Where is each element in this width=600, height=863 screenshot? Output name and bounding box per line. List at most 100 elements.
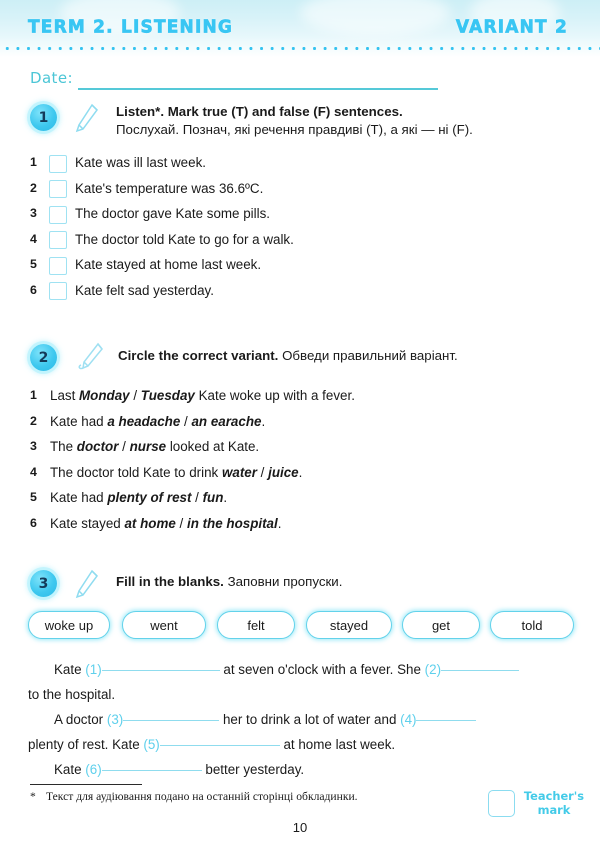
- item-text-pre: Last: [50, 388, 80, 403]
- gap-number: (3): [106, 712, 124, 727]
- item-number: 4: [30, 464, 37, 479]
- option-2[interactable]: nurse: [130, 439, 166, 454]
- task-number-badge: 3: [30, 570, 57, 597]
- answer-checkbox[interactable]: [49, 180, 67, 199]
- task-1-instruction-en: Listen*. Mark true (T) and false (F) sen…: [116, 104, 403, 119]
- gap-text: A doctor: [54, 712, 107, 727]
- teacher-mark-box[interactable]: [488, 790, 515, 817]
- option-2[interactable]: juice: [268, 465, 299, 480]
- option-1[interactable]: water: [222, 465, 257, 480]
- answer-checkbox[interactable]: [49, 256, 67, 275]
- item-number: 6: [30, 515, 37, 530]
- item-text: The doctor told Kate to go for a walk.: [75, 231, 294, 247]
- teacher-mark-label-line1: Teacher's: [523, 789, 585, 803]
- gap-number: (1): [85, 662, 102, 677]
- option-1[interactable]: at home: [124, 516, 175, 531]
- task-3-instruction: Fill in the blanks. Заповни пропуски.: [116, 574, 576, 591]
- item-text-pre: The doctor told Kate to drink: [50, 464, 222, 480]
- answer-checkbox[interactable]: [49, 282, 67, 301]
- answer-checkbox[interactable]: [49, 154, 67, 173]
- option-1[interactable]: a headache: [107, 414, 180, 429]
- item-number: 1: [30, 388, 37, 402]
- dotted-divider: [0, 46, 600, 51]
- table-row: 6 Kate stayed at home / in the hospital.: [30, 511, 575, 537]
- task-1-instruction: Listen*. Mark true (T) and false (F) sen…: [116, 104, 576, 138]
- word-chip[interactable]: stayed: [306, 611, 392, 639]
- answer-checkbox[interactable]: [49, 205, 67, 224]
- task-2-list: 1 Last Monday / Tuesday Kate woke up wit…: [30, 383, 575, 537]
- gap-fill-paragraph: Kate (1) at seven o'clock with a fever. …: [28, 657, 576, 782]
- task-2-instruction-en: Circle the correct variant.: [118, 348, 279, 363]
- item-text-post: looked at Kate.: [166, 439, 260, 455]
- table-row: 4 The doctor told Kate to drink water / …: [30, 460, 575, 486]
- table-row: 4 The doctor told Kate to go for a walk.: [30, 227, 575, 253]
- item-text[interactable]: Kate had a headache / an earache.: [50, 409, 265, 435]
- gap-text: Kate: [54, 762, 86, 777]
- date-write-line[interactable]: [78, 88, 438, 90]
- option-2[interactable]: in the hospital: [187, 516, 278, 531]
- page-number: 10: [292, 820, 308, 835]
- option-1[interactable]: plenty of rest: [107, 490, 191, 505]
- task-1-instruction-ua: Послухай. Познач, які речення правдиві (…: [116, 121, 473, 137]
- option-separator: /: [180, 413, 192, 429]
- variant-title: VARIANT 2: [455, 16, 568, 38]
- footnote-marker: *: [30, 790, 36, 803]
- gap-blank[interactable]: [441, 658, 520, 671]
- gap-text: plenty of rest. Kate: [28, 737, 144, 752]
- answer-checkbox[interactable]: [49, 231, 67, 250]
- pencil-icon: [75, 340, 105, 372]
- item-text: Kate was ill last week.: [75, 155, 206, 170]
- date-label: Date:: [30, 69, 73, 87]
- word-chip[interactable]: woke up: [28, 611, 110, 639]
- item-text-post: .: [277, 515, 282, 531]
- option-2[interactable]: Tuesday: [141, 388, 195, 403]
- item-text[interactable]: Last Monday / Tuesday Kate woke up with …: [50, 383, 355, 409]
- gap-blank[interactable]: [123, 708, 220, 721]
- item-text[interactable]: Kate stayed at home / in the hospital.: [50, 511, 281, 537]
- task-2-instruction-ua: Обведи правильний варіант.: [282, 348, 458, 363]
- gap-blank[interactable]: [159, 733, 280, 746]
- item-text: Kate's temperature was 36.6ºC.: [75, 180, 264, 196]
- gap-number: (4): [400, 712, 417, 727]
- table-row: 3 The doctor / nurse looked at Kate.: [30, 434, 575, 460]
- item-number: 6: [30, 282, 37, 297]
- item-number: 1: [30, 155, 37, 169]
- task-3-instruction-ua: Заповни пропуски.: [227, 574, 343, 589]
- gap-text: her to drink a lot of water and: [219, 712, 401, 727]
- table-row: 2 Kate had a headache / an earache.: [30, 409, 575, 435]
- option-1[interactable]: Monday: [79, 388, 130, 403]
- item-text[interactable]: The doctor / nurse looked at Kate.: [50, 434, 259, 460]
- gap-blank[interactable]: [101, 758, 202, 771]
- option-2[interactable]: an earache: [191, 414, 261, 429]
- task-2-instruction: Circle the correct variant. Обведи прави…: [118, 348, 578, 365]
- pencil-icon: [72, 102, 102, 134]
- teacher-mark-label: Teacher's mark: [521, 789, 587, 817]
- word-chip[interactable]: went: [122, 611, 206, 639]
- item-number: 5: [30, 257, 37, 272]
- gap-number: (2): [424, 662, 442, 677]
- option-2[interactable]: fun: [203, 490, 224, 505]
- table-row: 5 Kate stayed at home last week.: [30, 252, 575, 278]
- gap-number: (5): [143, 737, 160, 752]
- word-chip[interactable]: told: [490, 611, 574, 639]
- gap-blank[interactable]: [416, 708, 477, 721]
- option-separator: /: [256, 464, 269, 480]
- word-chip[interactable]: felt: [217, 611, 295, 639]
- word-chip[interactable]: get: [402, 611, 480, 639]
- option-separator: /: [191, 490, 203, 506]
- task-1-list: 1 Kate was ill last week. 2 Kate's tempe…: [30, 150, 575, 304]
- item-number: 3: [30, 206, 37, 221]
- item-text[interactable]: Kate had plenty of rest / fun.: [50, 485, 227, 511]
- gap-number: (6): [85, 762, 102, 777]
- option-1[interactable]: doctor: [77, 439, 119, 454]
- gap-fill-line-5: Kate (6) better yesterday.: [28, 757, 576, 782]
- item-text[interactable]: The doctor told Kate to drink water / ju…: [50, 460, 302, 486]
- item-text: Kate stayed at home last week.: [75, 257, 262, 273]
- table-row: 2 Kate's temperature was 36.6ºC.: [30, 176, 575, 202]
- task-3-instruction-en: Fill in the blanks.: [116, 574, 224, 589]
- gap-text: to the hospital.: [28, 687, 116, 702]
- gap-blank[interactable]: [101, 658, 220, 671]
- footnote-rule: [30, 784, 142, 786]
- gap-text: better yesterday.: [201, 762, 305, 777]
- table-row: 3 The doctor gave Kate some pills.: [30, 201, 575, 227]
